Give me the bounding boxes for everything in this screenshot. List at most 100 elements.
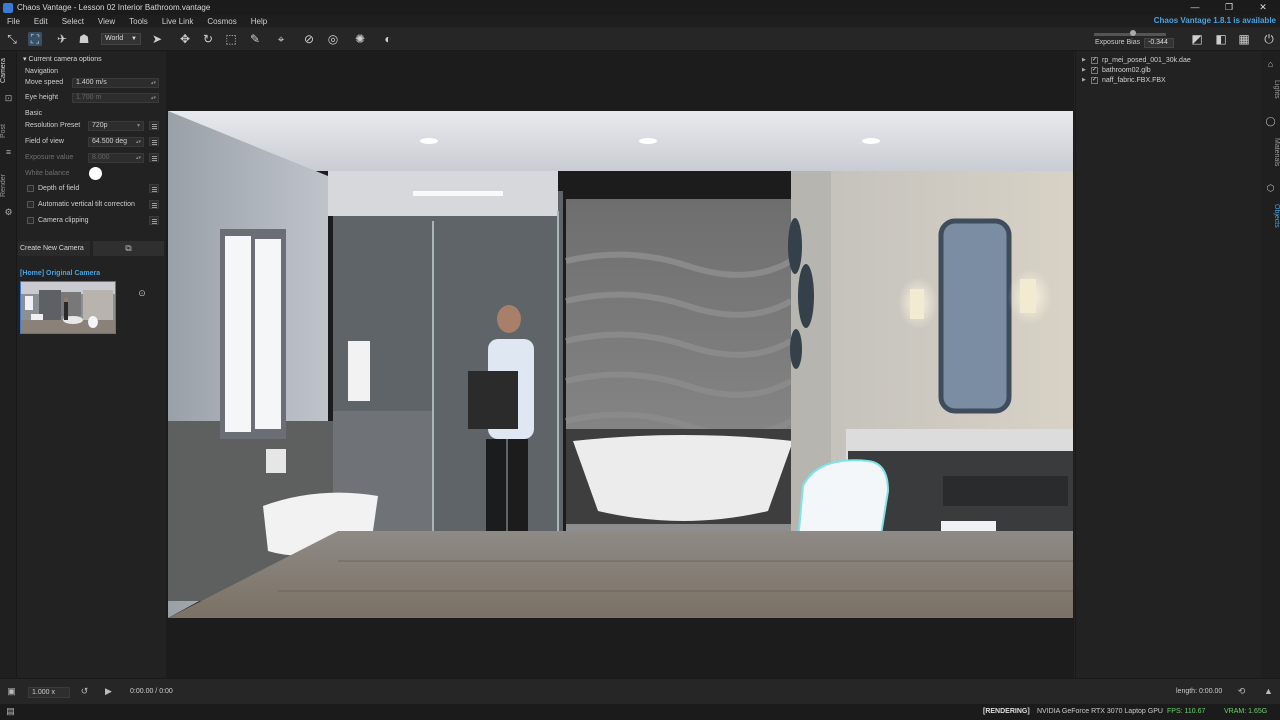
spinner-icon[interactable]: ▴▾	[136, 154, 141, 162]
navigate-mode-icon[interactable]: ⛶	[28, 32, 42, 46]
tab-objects[interactable]: Objects	[1261, 199, 1280, 233]
add-camera-icon[interactable]: ⧉	[93, 241, 164, 256]
tab-lights[interactable]: Lights	[1261, 75, 1280, 103]
menu-file[interactable]: File	[0, 17, 27, 26]
menu-view[interactable]: View	[91, 17, 122, 26]
resolution-preset-label: Resolution Preset	[25, 122, 81, 129]
camera-thumbnail[interactable]	[20, 281, 116, 334]
resolution-menu-button[interactable]	[149, 121, 159, 130]
loop-icon[interactable]: ↺	[78, 685, 91, 698]
tilt-correction-checkbox[interactable]	[27, 201, 34, 208]
play-icon[interactable]: ▶	[102, 685, 115, 698]
palette-icon[interactable]: ◐	[381, 32, 395, 46]
dof-menu-button[interactable]	[149, 184, 159, 193]
coordinate-space-value: World	[105, 35, 124, 42]
focus-pick-icon[interactable]: ⌖	[274, 32, 288, 46]
maximize-button[interactable]: ❐	[1212, 0, 1246, 15]
resolution-preset-value: 720p	[92, 122, 108, 129]
bathroom-render-image	[168, 111, 1073, 618]
eye-height-input[interactable]: 1.700 m ▴▾	[72, 93, 159, 103]
post-tab-icon[interactable]: ≡	[3, 147, 14, 158]
move-speed-input[interactable]: 1.400 m/s ▴▾	[72, 78, 159, 88]
field-of-view-input[interactable]: 64.500 deg ▴▾	[88, 137, 144, 147]
tilt-menu-button[interactable]	[149, 200, 159, 209]
move-speed-value: 1.400 m/s	[76, 79, 107, 86]
white-balance-swatch[interactable]	[89, 167, 102, 180]
depth-of-field-checkbox[interactable]	[27, 185, 34, 192]
spinner-icon[interactable]: ▴▾	[151, 79, 156, 87]
close-button[interactable]: ✕	[1246, 0, 1280, 15]
render-view[interactable]	[168, 111, 1073, 618]
render-tab-icon[interactable]: ⚙	[3, 207, 14, 218]
minimize-button[interactable]: —	[1178, 0, 1212, 15]
left-tab-rail: Camera ⊡ Post ≡ Render ⚙	[0, 51, 17, 678]
spinner-icon[interactable]: ▴▾	[151, 94, 156, 102]
playback-speed-input[interactable]: 1.000 x	[28, 687, 70, 698]
tilt-correction-label: Automatic vertical tilt correction	[38, 201, 135, 208]
exposure-menu-button[interactable]	[149, 153, 159, 162]
outliner-item[interactable]: ▶ ✓ rp_mei_posed_001_30k.dae	[1082, 55, 1191, 65]
material-picker-icon[interactable]: ✎	[248, 32, 262, 46]
measure-tool-icon[interactable]: ⊘	[302, 32, 316, 46]
vantage-logo-icon	[3, 2, 13, 13]
rotate-tool-icon[interactable]: ↻	[201, 32, 215, 46]
animation-settings-icon[interactable]: ⟲	[1235, 685, 1248, 698]
walk-mode-icon[interactable]: ☗	[77, 32, 91, 46]
tab-render[interactable]: Render	[0, 171, 17, 201]
tab-camera[interactable]: Camera	[0, 57, 17, 85]
move-speed-label: Move speed	[25, 79, 64, 86]
wb-pick-icon[interactable]: ◎	[326, 32, 340, 46]
materials-tab-icon[interactable]: ◯	[1265, 116, 1276, 127]
spinner-icon[interactable]: ▴▾	[136, 138, 141, 146]
resolution-preset-select[interactable]: 720p ▼	[88, 121, 144, 131]
tab-materials[interactable]: Materials	[1261, 133, 1280, 171]
window-title: Chaos Vantage - Lesson 02 Interior Bathr…	[17, 3, 211, 12]
outliner-item-label: naff_fabric.FBX.FBX	[1102, 76, 1166, 84]
lights-tab-icon[interactable]: ⌂	[1265, 59, 1276, 70]
field-of-view-label: Field of view	[25, 138, 64, 145]
camera-tab-icon[interactable]: ⊡	[3, 93, 14, 104]
power-icon[interactable]: ⏻	[1262, 32, 1276, 46]
denoise-icon[interactable]: ▦	[1237, 32, 1251, 46]
update-notice-link[interactable]: Chaos Vantage 1.8.1 is available	[1154, 15, 1276, 27]
menu-select[interactable]: Select	[55, 17, 91, 26]
scale-tool-icon[interactable]: ⬚	[224, 32, 238, 46]
exposure-value-input[interactable]: 8.000 ▴▾	[88, 153, 144, 163]
expand-arrow-icon[interactable]: ▶	[1082, 77, 1089, 83]
menu-tools[interactable]: Tools	[122, 17, 155, 26]
visibility-checkbox[interactable]: ✓	[1091, 76, 1098, 84]
outliner-item[interactable]: ▶ ✓ naff_fabric.FBX.FBX	[1082, 75, 1166, 85]
sun-icon[interactable]: ✺	[353, 32, 367, 46]
axis-tool-icon[interactable]: ⤡	[5, 32, 19, 46]
outliner-item[interactable]: ▶ ✓ bathroom02.glb	[1082, 65, 1151, 75]
coordinate-space-select[interactable]: World ▼	[101, 33, 141, 45]
objects-tab-icon[interactable]: ⬡	[1265, 183, 1276, 194]
expand-arrow-icon[interactable]: ▶	[1082, 67, 1089, 73]
camera-path-icon[interactable]: ▣	[5, 685, 18, 698]
camera-options-header[interactable]: ▾ Current camera options	[23, 55, 102, 63]
exposure-bias-handle[interactable]	[1130, 30, 1136, 36]
console-icon[interactable]: ▤	[4, 705, 17, 718]
auto-exposure-icon[interactable]: ◩	[1190, 32, 1204, 46]
camera-capture-icon[interactable]: ⊙	[135, 288, 149, 300]
fly-mode-icon[interactable]: ✈	[55, 32, 69, 46]
camera-name[interactable]: [Home] Original Camera	[20, 270, 100, 277]
compare-split-icon[interactable]: ◧	[1214, 32, 1228, 46]
tab-post[interactable]: Post	[0, 121, 17, 141]
menu-edit[interactable]: Edit	[27, 17, 55, 26]
create-new-camera-button[interactable]: Create New Camera	[18, 241, 90, 256]
fps-readout: FPS: 110.67	[1167, 708, 1206, 715]
select-tool-icon[interactable]: ➤	[150, 32, 164, 46]
clipping-menu-button[interactable]	[149, 216, 159, 225]
fov-menu-button[interactable]	[149, 137, 159, 146]
menu-cosmos[interactable]: Cosmos	[200, 17, 243, 26]
move-tool-icon[interactable]: ✥	[178, 32, 192, 46]
menu-help[interactable]: Help	[244, 17, 274, 26]
visibility-checkbox[interactable]: ✓	[1091, 66, 1098, 74]
exposure-bias-input[interactable]: -0.344	[1144, 38, 1174, 48]
visibility-checkbox[interactable]: ✓	[1091, 56, 1098, 64]
camera-clipping-checkbox[interactable]	[27, 217, 34, 224]
menu-live-link[interactable]: Live Link	[155, 17, 201, 26]
collapse-up-icon[interactable]: ▲	[1262, 685, 1275, 698]
expand-arrow-icon[interactable]: ▶	[1082, 57, 1089, 63]
